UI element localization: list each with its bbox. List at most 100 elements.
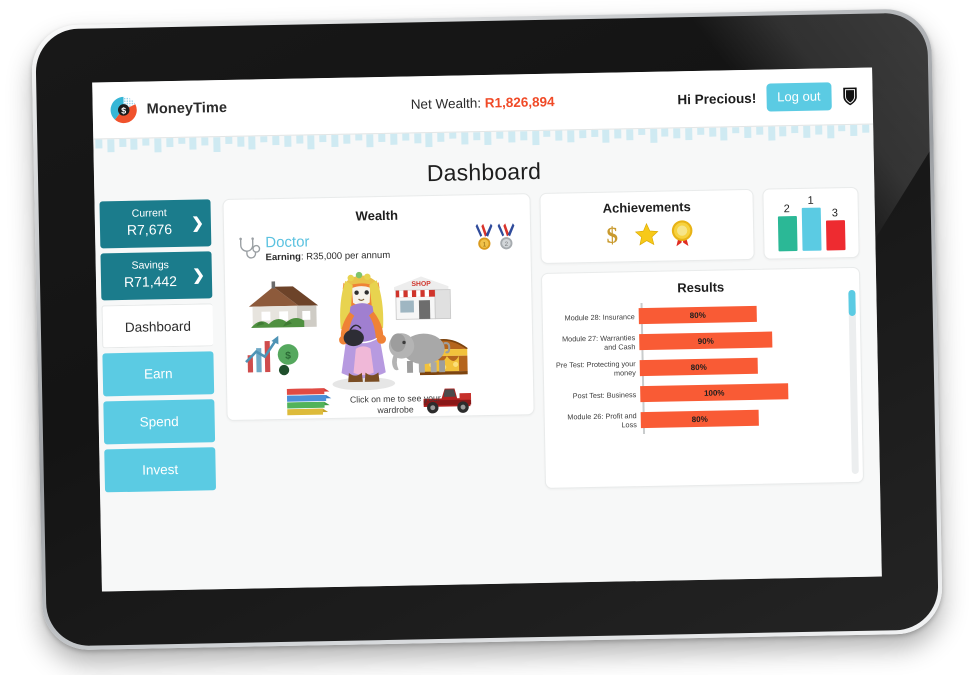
sidebar-item-spend[interactable]: Spend xyxy=(103,399,216,445)
stripe-mark xyxy=(696,127,705,135)
stripe-mark xyxy=(803,125,811,138)
sidebar: Current R7,676 ❯ Savings R71,442 ❯ Dashb… xyxy=(94,199,217,497)
stripe-mark xyxy=(578,130,587,139)
net-wealth-value: R1,826,894 xyxy=(484,94,555,111)
stripe-mark xyxy=(779,126,787,137)
mini-bar-label-3: 3 xyxy=(831,207,839,220)
stripe-mark xyxy=(425,133,433,148)
wardrobe-caption[interactable]: Click on me to see your wardrobe xyxy=(339,393,451,417)
sidebar-account-current-value: R7,676 xyxy=(126,221,173,238)
stripe-mark xyxy=(826,125,834,139)
mini-bar-col-1: 1 xyxy=(801,195,822,251)
mini-bar-chart-card: 2 1 3 xyxy=(762,186,860,260)
mini-bar-1 xyxy=(801,207,822,251)
wealth-earning-label: Earning xyxy=(265,251,302,264)
results-row-bar: 100% xyxy=(640,383,789,403)
stethoscope-icon xyxy=(236,236,262,260)
chevron-right-icon: ❯ xyxy=(191,214,205,232)
stripe-mark xyxy=(177,137,185,144)
dollar-trophy-icon[interactable]: $ xyxy=(600,221,622,248)
results-row: Module 26: Profit and Loss 80% xyxy=(555,403,852,435)
results-card-title: Results xyxy=(677,279,725,296)
svg-text:SHOP: SHOP xyxy=(411,281,431,288)
silver-medal-icon: 2 xyxy=(496,222,517,251)
stripe-mark xyxy=(236,136,245,147)
wealth-card: Wealth Doctor Earning: R35,000 per annum… xyxy=(222,193,535,422)
mini-bar-col-2: 2 xyxy=(777,195,798,252)
logout-button[interactable]: Log out xyxy=(765,82,832,112)
investment-chart-icon[interactable]: $ xyxy=(242,332,305,380)
mini-bar-chart: 2 1 3 xyxy=(771,194,850,252)
stripe-mark xyxy=(201,137,209,146)
results-row-label: Post Test: Business xyxy=(572,389,637,400)
stripe-mark xyxy=(260,136,268,143)
results-scrollbar-track[interactable] xyxy=(848,289,859,475)
results-row-label: Module 27: Warranties and Cash xyxy=(561,333,636,352)
sidebar-account-savings-value: R71,442 xyxy=(123,272,178,290)
shield-icon[interactable] xyxy=(841,85,858,106)
stripe-mark xyxy=(626,129,634,141)
right-column: Achievements $ 2 1 3 Results Module 28: … xyxy=(539,186,865,489)
house-icon[interactable] xyxy=(243,275,324,332)
wealth-job-text: Doctor Earning: R35,000 per annum xyxy=(265,232,390,264)
stripe-mark xyxy=(637,128,646,136)
stripe-mark xyxy=(118,138,127,148)
stripe-mark xyxy=(649,128,658,143)
brand[interactable]: $ MoneyTime xyxy=(108,93,227,125)
shop-icon[interactable]: SHOP xyxy=(387,271,456,325)
stripe-mark xyxy=(484,131,492,146)
stripe-mark xyxy=(708,127,716,137)
moneytime-dollar-ring-logo-icon: $ xyxy=(108,95,139,126)
tablet-device: $ MoneyTime Net Wealth: R1,826,894 Hi Pr… xyxy=(31,8,943,651)
stripe-mark xyxy=(272,135,280,146)
sidebar-account-current[interactable]: Current R7,676 ❯ xyxy=(99,199,212,249)
wealth-earning-value: R35,000 per annum xyxy=(306,249,391,263)
stripe-mark xyxy=(496,131,504,139)
books-icon[interactable] xyxy=(283,383,334,418)
stripe-mark xyxy=(390,133,398,145)
stripe-mark xyxy=(543,130,551,137)
avatar-scene: SHOP $ Click on me to see your wardrobe xyxy=(237,261,522,418)
stripe-mark xyxy=(213,137,221,153)
stripe-mark xyxy=(555,130,563,141)
stripe-mark xyxy=(614,129,622,139)
gold-star-icon[interactable] xyxy=(633,221,658,246)
sidebar-item-earn[interactable]: Earn xyxy=(102,351,215,397)
stripe-mark xyxy=(95,139,103,149)
stripe-mark xyxy=(508,131,516,143)
right-top-row: Achievements $ 2 1 3 xyxy=(539,186,860,264)
page-body: Dashboard Current R7,676 ❯ Savings R71,4… xyxy=(93,139,882,592)
elephant-pet-icon[interactable] xyxy=(386,325,453,375)
wealth-earning: Earning: R35,000 per annum xyxy=(265,249,391,264)
stripe-mark xyxy=(602,129,610,143)
stripe-mark xyxy=(331,134,339,147)
results-scrollbar-thumb[interactable] xyxy=(848,289,856,317)
mini-bar-2 xyxy=(777,216,798,252)
stripe-mark xyxy=(755,126,764,135)
stripe-mark xyxy=(343,134,351,144)
rosette-award-icon[interactable] xyxy=(669,219,694,247)
tablet-screen: $ MoneyTime Net Wealth: R1,826,894 Hi Pr… xyxy=(92,67,882,592)
stripe-mark xyxy=(732,127,740,134)
results-row-bar: 80% xyxy=(638,305,757,325)
sidebar-account-savings[interactable]: Savings R71,442 ❯ xyxy=(100,251,213,301)
stripe-mark xyxy=(319,135,327,143)
stripe-mark xyxy=(142,138,150,146)
sidebar-item-invest[interactable]: Invest xyxy=(104,447,217,493)
results-row-bar: 80% xyxy=(640,409,759,429)
stripe-mark xyxy=(248,136,256,150)
stripe-mark xyxy=(354,134,362,141)
user-greeting: Hi Precious! xyxy=(677,90,757,107)
stripe-mark xyxy=(189,137,197,150)
stripe-mark xyxy=(437,132,445,142)
sidebar-item-dashboard[interactable]: Dashboard xyxy=(101,303,214,349)
header-right: Hi Precious! Log out xyxy=(677,82,859,113)
stripe-mark xyxy=(107,139,115,153)
stripe-mark xyxy=(402,133,410,141)
stripe-mark xyxy=(567,130,575,143)
stripe-mark xyxy=(720,127,728,141)
results-row-bar: 90% xyxy=(639,331,773,351)
stripe-mark xyxy=(225,136,233,144)
stripe-mark xyxy=(814,125,823,135)
stripe-mark xyxy=(661,128,669,137)
